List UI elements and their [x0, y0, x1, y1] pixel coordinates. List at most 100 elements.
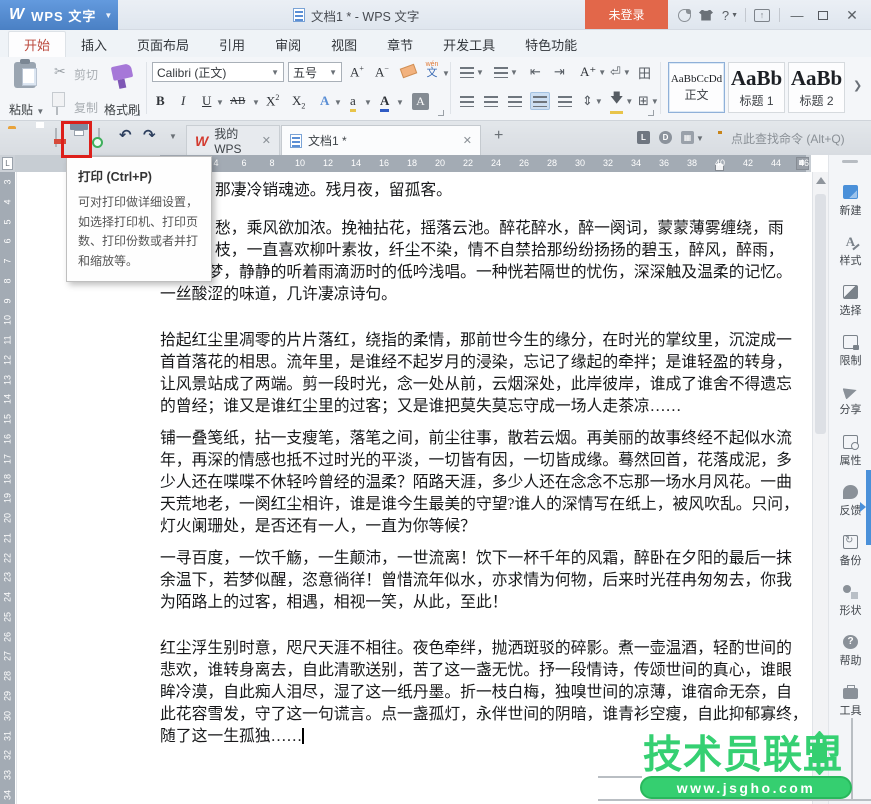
font-family-select[interactable]: Calibri (正文)▼ — [152, 62, 284, 82]
decrease-font-button[interactable]: A− — [375, 64, 389, 80]
menu-tab-4[interactable]: 引用 — [204, 31, 260, 57]
doc-line[interactable]: 拾起红尘里凋零的片片落红，绕指的柔情，那前世今生的缘分，在时光的掌纹里，沉淀成一 — [160, 330, 815, 352]
doc-line[interactable]: 让风景站成了两端。剪一段时光，念一处从前，云烟深处，此岸彼岸，谁成了谁舍不得遗忘 — [160, 374, 815, 396]
superscript-button[interactable]: X2 — [266, 93, 279, 109]
style-card-2[interactable]: AaBb标题 1 — [728, 62, 785, 113]
borders-button[interactable]: ⊞▼ — [636, 92, 661, 110]
doc-line[interactable]: 余温下，若梦似醒，恣意徜徉！曾惜流年似水，亦求情为何物，后来时光荏冉匆匆去，你我 — [160, 570, 815, 592]
doc-line[interactable]: 愁，乘风欲加浓。挽袖拈花，摇落云池。醉花醉水，醉一阕词，蒙蒙薄雾缠绕，雨 — [160, 218, 815, 240]
text-tools-button[interactable]: A⁺▼ — [578, 63, 608, 81]
doc-line[interactable]: 少人还在喋喋不休轻吟曾经的温柔？陌路天涯，多少人还在念念不忘那一场水月风花。一曲 — [160, 472, 815, 494]
doc-line[interactable]: 枝，一直喜欢柳叶素妆，纤尘不染，情不自禁拾那纷纷扬扬的碧玉，醉风，醉雨， — [160, 240, 815, 262]
menu-tab-8[interactable]: 开发工具 — [428, 31, 510, 57]
sidebar-item-properties[interactable]: 属性 — [829, 435, 871, 468]
help-icon[interactable]: ?▼ — [718, 0, 742, 30]
subscript-button[interactable]: X2 — [292, 93, 305, 111]
doc-line[interactable]: 的曾经；谁又是谁红尘里的过客；又是谁把莫失莫忘守成一场人走茶凉…… — [160, 396, 815, 418]
chevron-down-icon[interactable]: ▼ — [442, 69, 450, 78]
member-icon[interactable]: D — [659, 131, 672, 144]
italic-button[interactable]: I — [181, 93, 185, 109]
doc-line[interactable]: 灯火阑珊处，是否还有一人，一直为你等候？ — [160, 516, 815, 538]
line-spacing-button[interactable]: ⇕▼ — [580, 92, 605, 110]
menu-tab-2[interactable]: 插入 — [66, 31, 122, 57]
undo-button[interactable]: ↶ — [119, 126, 132, 144]
close-icon[interactable]: ✕ — [262, 134, 271, 147]
doc-line[interactable]: 一寻百度，一饮千觞，一生颠沛，一世流离！饮下一杯千年的风霜，醉卧在夕阳的最后一抹 — [160, 548, 815, 570]
font-color-icon[interactable]: A — [380, 93, 389, 112]
align-left-button[interactable] — [458, 92, 476, 110]
strikethrough-button[interactable]: AB — [230, 95, 245, 107]
highlight-color-icon[interactable]: a — [350, 93, 356, 112]
character-shading-icon[interactable]: A — [412, 93, 429, 110]
font-size-select[interactable]: 五号▼ — [288, 62, 342, 82]
sidebar-item-styles[interactable]: A样式 — [829, 235, 871, 268]
clear-format-icon[interactable] — [400, 64, 418, 79]
chevron-down-icon[interactable]: ▼ — [216, 98, 224, 107]
chevron-down-icon[interactable]: ▼ — [696, 134, 704, 143]
upload-icon[interactable]: ↑ — [750, 0, 774, 30]
doc-line[interactable]: 天荒地老，一阕红尘相许，谁是谁今生最美的守望?谁人的深情写在纸上，被风吹乱。只问… — [160, 494, 815, 516]
scroll-up-arrow-icon[interactable] — [816, 177, 826, 184]
redo-button[interactable]: ↷ — [143, 126, 156, 144]
sidebar-expand-arrow-icon[interactable] — [860, 502, 866, 512]
increase-font-button[interactable]: A+ — [350, 64, 364, 80]
bold-button[interactable]: B — [156, 93, 165, 109]
doc-line[interactable]: 悲欢，谁转身离去，自此清歌送别，苦了这一盏无忧。抒一段情诗，传颂世间的真心，谁眼 — [160, 660, 815, 682]
paste-icon[interactable] — [14, 62, 36, 88]
close-button[interactable]: ✕ — [840, 0, 864, 30]
sidebar-item-new-doc[interactable]: 新建 — [829, 185, 871, 218]
minimize-button[interactable]: — — [786, 0, 808, 30]
sidebar-item-backup[interactable]: 备份 — [829, 535, 871, 568]
chevron-down-icon[interactable]: ▼ — [364, 98, 372, 107]
phonetic-guide-button[interactable]: wén 文 — [424, 61, 440, 79]
sidebar-item-select[interactable]: 选择 — [829, 285, 871, 318]
sidebar-item-restrict[interactable]: 限制 — [829, 335, 871, 368]
scrollbar-thumb[interactable] — [815, 194, 826, 434]
doc-line[interactable]: 眸冷漠，自此痴人泪尽，湿了这一纸丹墨。折一枝白梅，独嗅世间的凉薄，谁宿命无奈，自 — [160, 682, 815, 704]
sidebar-item-help[interactable]: ?帮助 — [829, 635, 871, 668]
quick-access-more-button[interactable]: ▼ — [169, 132, 177, 141]
text-effects-icon[interactable]: A — [320, 93, 329, 109]
app-menu-button[interactable]: W WPS 文字 ▼ — [0, 0, 118, 30]
shading-button[interactable]: 🡇▼ — [608, 92, 635, 110]
login-button[interactable]: 未登录 — [585, 0, 668, 29]
chevron-down-icon[interactable]: ▼ — [252, 98, 260, 107]
paragraph-group-expander[interactable] — [648, 110, 654, 116]
cut-label[interactable]: 剪切 — [74, 66, 98, 83]
document-text[interactable]: 那凄冷销魂迹。残月夜，留孤客。愁，乘风欲加浓。挽袖拈花，摇落云池。醉花醉水，醉一… — [160, 180, 815, 748]
tab-my-wps[interactable]: W 我的WPS ✕ — [186, 125, 280, 155]
maximize-button[interactable] — [812, 0, 834, 30]
cut-button[interactable]: ✂ — [54, 63, 66, 81]
menu-tab-1[interactable]: 开始 — [8, 31, 66, 57]
sidebar-scroll-indicator[interactable] — [866, 470, 871, 545]
bullet-list-button[interactable]: ▼ — [458, 63, 486, 81]
doc-line[interactable]: 为陌路上的过客，相遇，相视一笑，从此，至此！ — [160, 592, 815, 614]
sidebar-item-shapes[interactable]: 形状 — [829, 585, 871, 618]
doc-line[interactable]: 一丝酸涩的味道，几许凄凉诗句。 — [160, 284, 815, 306]
menu-tab-7[interactable]: 章节 — [372, 31, 428, 57]
justify-button[interactable] — [530, 92, 550, 110]
distribute-button[interactable] — [556, 92, 574, 110]
sidebar-handle[interactable] — [842, 160, 858, 163]
format-painter-icon[interactable] — [111, 63, 133, 81]
find-command-hint[interactable]: 点此查找命令 (Alt+Q) — [731, 130, 845, 147]
chevron-down-icon[interactable]: ▼ — [334, 98, 342, 107]
history-icon[interactable]: L — [637, 131, 650, 144]
tab-document1[interactable]: 文档1 * ✕ — [281, 125, 481, 155]
doc-line[interactable]: 铺一叠笺纸，拈一支瘦笔，落笔之间，前尘往事，散若云烟。再美丽的故事终经不起似水流 — [160, 428, 815, 450]
wps-cloud-icon[interactable] — [674, 0, 694, 30]
skin-icon[interactable] — [696, 0, 716, 30]
font-group-expander[interactable] — [438, 110, 444, 116]
decrease-indent-button[interactable]: ⇤ — [528, 63, 543, 81]
menu-tab-3[interactable]: 页面布局 — [122, 31, 204, 57]
align-right-button[interactable] — [506, 92, 524, 110]
vertical-scrollbar[interactable] — [812, 172, 828, 804]
doc-line[interactable]: 红尘浮生别时意，咫尺天涯不相往。夜色牵绊，抛洒斑驳的碎影。煮一壶温酒，轻酌世间的 — [160, 638, 815, 660]
paragraph-mark-button[interactable]: ⏎▼ — [608, 63, 633, 81]
tab-stop-selector[interactable]: L — [2, 157, 13, 170]
style-card-1[interactable]: AaBbCcDd正文 — [668, 62, 725, 113]
chevron-down-icon[interactable]: ▼ — [396, 98, 404, 107]
copy-button[interactable] — [56, 97, 58, 115]
styles-more-button[interactable]: ❯ — [853, 79, 862, 92]
doc-line[interactable]: 年，再深的情感也抵不过时光的平淡，一切皆有因，一切皆成缘。蓦然回首，花落成泥，多 — [160, 450, 815, 472]
